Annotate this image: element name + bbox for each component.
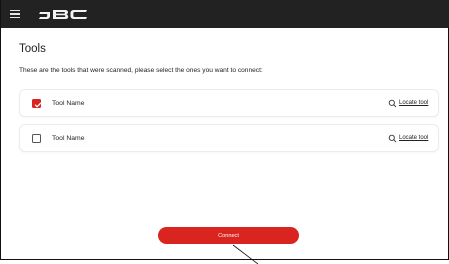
annotation-pointer-line (232, 244, 259, 264)
